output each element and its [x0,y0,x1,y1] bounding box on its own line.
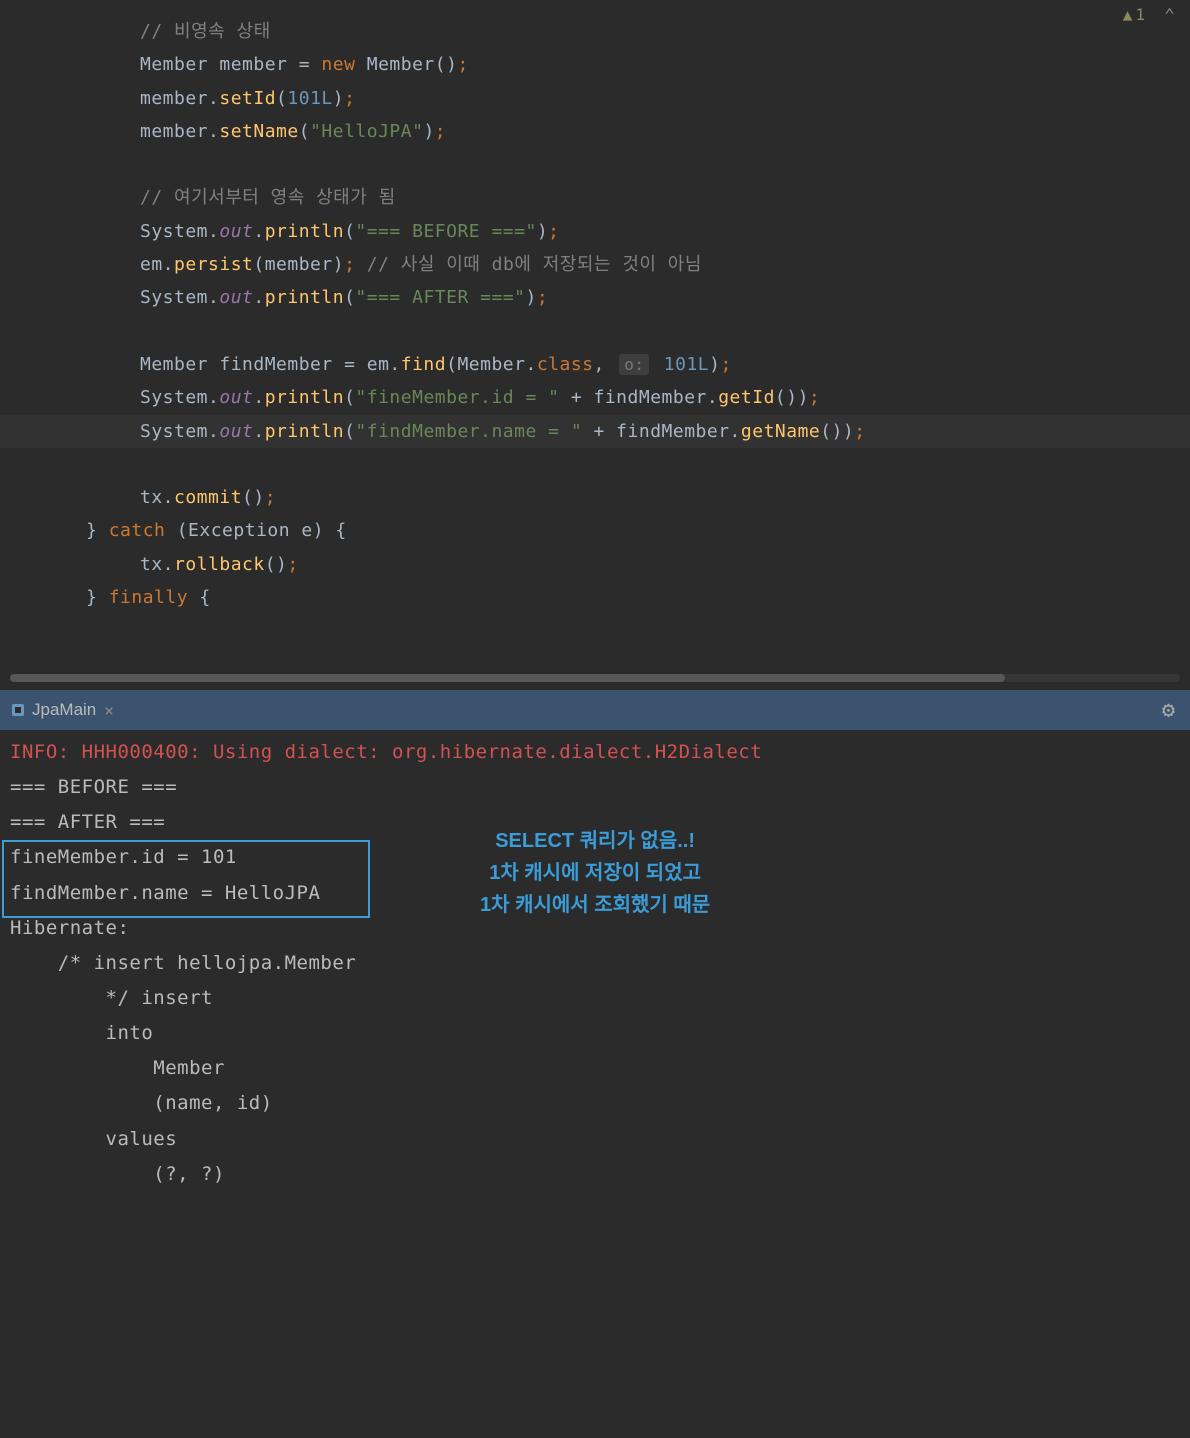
code-line[interactable]: tx.rollback(); [0,548,1190,581]
code-line[interactable]: System.out.println("fineMember.id = " + … [0,381,1190,414]
console-line: INFO: HHH000400: Using dialect: org.hibe… [10,735,1180,770]
console-line: === BEFORE === [10,770,1180,805]
code-line-empty[interactable] [0,448,1190,481]
code-editor-pane[interactable]: ▲ 1 ⌃ // 비영속 상태 Member member = new Memb… [0,0,1190,690]
warning-count: 1 [1135,5,1145,24]
warning-indicator[interactable]: ▲ 1 [1123,5,1145,24]
console-line: values [10,1122,1180,1157]
code-line[interactable]: System.out.println("=== AFTER ==="); [0,281,1190,314]
console-tab-bar: JpaMain × ⚙ [0,690,1190,730]
code-line[interactable]: System.out.println("=== BEFORE ==="); [0,215,1190,248]
code-line[interactable]: em.persist(member); // 사실 이때 db에 저장되는 것이… [0,248,1190,281]
horizontal-scrollbar[interactable] [10,674,1180,682]
code-line[interactable]: tx.commit(); [0,481,1190,514]
console-line: (?, ?) [10,1157,1180,1192]
code-line[interactable]: Member findMember = em.find(Member.class… [0,348,1190,381]
warning-icon: ▲ [1123,5,1133,24]
tab-label[interactable]: JpaMain [32,700,96,720]
collapse-icon[interactable]: ⌃ [1164,5,1175,26]
code-line[interactable]: member.setId(101L); [0,82,1190,115]
code-line[interactable]: // 여기서부터 영속 상태가 됨 [0,181,1190,214]
console-line: */ insert [10,981,1180,1016]
code-line-current[interactable]: System.out.println("findMember.name = " … [0,415,1190,448]
console-line: Member [10,1051,1180,1086]
close-icon[interactable]: × [104,701,114,720]
code-line[interactable]: Member member = new Member(); [0,48,1190,81]
console-output-pane[interactable]: INFO: HHH000400: Using dialect: org.hibe… [0,730,1190,1438]
code-line[interactable]: member.setName("HelloJPA"); [0,115,1190,148]
annotation-text: SELECT 쿼리가 없음..! 1차 캐시에 저장이 되었고 1차 캐시에서 … [480,825,710,921]
code-line-empty[interactable] [0,315,1190,348]
scrollbar-thumb[interactable] [10,674,1005,682]
console-line: (name, id) [10,1086,1180,1121]
run-config-icon [10,702,26,718]
code-line[interactable]: } catch (Exception e) { [0,514,1190,547]
param-hint: o: [619,354,649,375]
console-line: into [10,1016,1180,1051]
code-line[interactable]: } finally { [0,581,1190,614]
code-line-empty[interactable] [0,148,1190,181]
code-line[interactable]: // 비영속 상태 [0,15,1190,48]
console-line: /* insert hellojpa.Member [10,946,1180,981]
gear-icon[interactable]: ⚙ [1162,698,1175,723]
